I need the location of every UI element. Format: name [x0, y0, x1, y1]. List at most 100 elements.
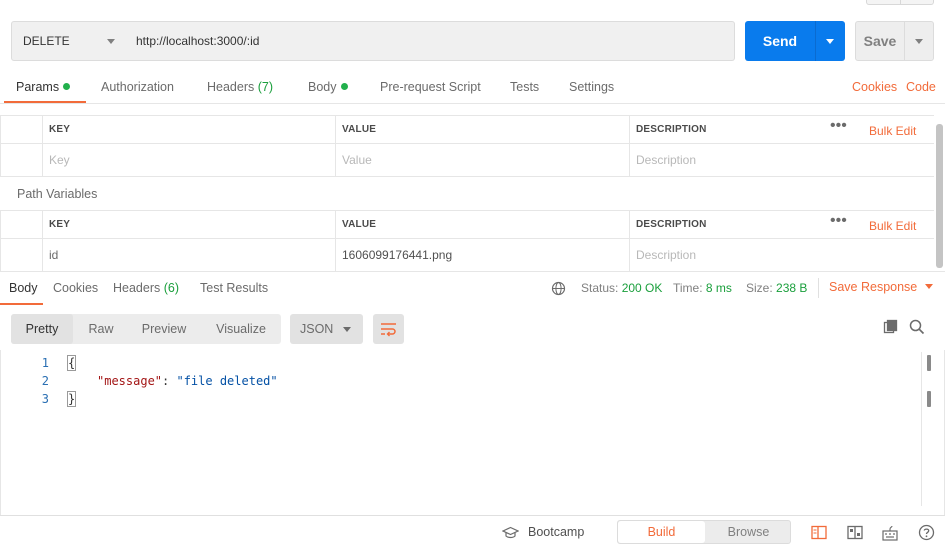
code-link[interactable]: Code: [906, 80, 936, 94]
value-column-header: VALUE: [335, 211, 630, 238]
status-dot: [63, 83, 71, 90]
tab-response-body[interactable]: Body: [9, 281, 38, 295]
method-select[interactable]: DELETE: [11, 21, 127, 61]
wrap-icon: [381, 323, 396, 337]
browse-button[interactable]: Browse: [705, 521, 792, 543]
path-variables-header: KEY VALUE DESCRIPTION ••• Bulk Edit: [0, 210, 934, 239]
query-params-header: KEY VALUE DESCRIPTION ••• Bulk Edit: [0, 115, 934, 144]
format-select[interactable]: JSON: [290, 314, 363, 344]
mode-raw[interactable]: Raw: [73, 314, 129, 344]
search-icon[interactable]: [909, 319, 925, 335]
url-input[interactable]: http://localhost:3000/:id: [126, 21, 735, 61]
json-value: "file deleted": [176, 374, 278, 388]
value-column-header: VALUE: [335, 116, 630, 143]
two-pane-view-icon[interactable]: [811, 525, 827, 540]
help-icon[interactable]: [918, 524, 935, 541]
tab-pre-request-script[interactable]: Pre-request Script: [380, 80, 481, 94]
tab-params[interactable]: Params: [16, 80, 71, 94]
value-input[interactable]: Value: [335, 144, 630, 176]
save-response-label: Save Response: [829, 280, 918, 294]
send-options-button[interactable]: [815, 21, 845, 61]
tab-label: Headers: [113, 281, 161, 295]
key-column-header: KEY: [42, 211, 336, 238]
time-readout: Time: 8 ms: [673, 281, 732, 295]
code-line: "message": "file deleted": [97, 374, 278, 388]
tab-label: Pre-request Script: [380, 80, 481, 94]
code-scrollbar[interactable]: [921, 352, 933, 506]
tab-count: (6): [163, 281, 180, 295]
key-input[interactable]: id: [42, 239, 336, 271]
copy-icon[interactable]: [883, 319, 899, 335]
tab-headers[interactable]: Headers (7): [207, 80, 273, 94]
status-label: Status:: [581, 281, 619, 295]
divider: [818, 278, 819, 298]
status-readout: Status: 200 OK: [581, 281, 662, 295]
tab-body[interactable]: Body: [308, 80, 348, 94]
url-text: http://localhost:3000/:id: [136, 34, 260, 48]
tab-response-cookies[interactable]: Cookies: [53, 281, 98, 295]
tab-authorization[interactable]: Authorization: [101, 80, 174, 94]
keyboard-shortcuts-icon[interactable]: [882, 525, 898, 541]
bootcamp-link[interactable]: Bootcamp: [528, 525, 584, 539]
bulk-edit-link[interactable]: Bulk Edit: [869, 219, 916, 233]
more-options-icon[interactable]: •••: [830, 212, 847, 230]
tab-settings[interactable]: Settings: [569, 80, 614, 94]
response-tabs: Body Cookies Headers (6) Test Results St…: [0, 271, 945, 305]
description-input[interactable]: Description: [629, 144, 934, 176]
path-variables-title: Path Variables: [17, 187, 98, 201]
code-line: {: [66, 355, 77, 371]
tab-label: Tests: [510, 80, 540, 94]
bulk-edit-link[interactable]: Bulk Edit: [869, 124, 916, 138]
params-scrollbar[interactable]: [936, 124, 943, 268]
tab-tests[interactable]: Tests: [510, 80, 539, 94]
table-row: Key Value Description: [0, 144, 934, 177]
mode-pretty[interactable]: Pretty: [11, 314, 73, 344]
tab-test-results[interactable]: Test Results: [200, 281, 268, 295]
chevron-down-icon: [107, 39, 115, 44]
response-body-viewer[interactable]: 1 2 3 { "message": "file deleted" }: [0, 350, 945, 515]
tab-label: Headers: [207, 80, 255, 94]
line-number: 2: [41, 374, 49, 388]
wrap-lines-button[interactable]: [373, 314, 404, 344]
description-input[interactable]: Description: [629, 239, 934, 271]
build-button[interactable]: Build: [618, 521, 705, 543]
size-label: Size:: [746, 281, 773, 295]
save-button[interactable]: Save: [855, 21, 905, 61]
scroll-marker: [927, 355, 931, 371]
tab-response-headers[interactable]: Headers (6): [113, 281, 179, 295]
globe-icon[interactable]: [551, 281, 566, 296]
code-line: }: [66, 391, 77, 407]
status-bar: Bootcamp Build Browse: [0, 515, 945, 548]
value-input[interactable]: 1606099176441.png: [335, 239, 630, 271]
format-label: JSON: [300, 322, 334, 336]
status-value: 200 OK: [621, 281, 663, 295]
close-brace: }: [66, 391, 77, 407]
save-response-button[interactable]: Save Response: [829, 280, 934, 294]
chevron-down-icon: [925, 284, 934, 289]
tab-label: Authorization: [101, 80, 174, 94]
top-toolbar-remnant: [866, 0, 934, 5]
build-browse-toggle: Build Browse: [617, 520, 791, 544]
time-value: 8 ms: [705, 281, 732, 295]
table-row: id 1606099176441.png Description: [0, 239, 934, 271]
open-brace: {: [66, 355, 77, 371]
chevron-down-icon: [826, 39, 834, 44]
tab-label: Body: [308, 80, 337, 94]
json-key: "message": [97, 374, 163, 388]
active-tab-indicator: [0, 303, 43, 305]
mode-visualize[interactable]: Visualize: [205, 314, 277, 344]
save-options-button[interactable]: [904, 21, 934, 61]
time-label: Time:: [673, 281, 703, 295]
mode-preview[interactable]: Preview: [129, 314, 199, 344]
send-button[interactable]: Send: [745, 21, 815, 61]
request-tabs: Params Authorization Headers (7) Body Pr…: [0, 72, 945, 104]
tab-count: (7): [257, 80, 274, 94]
scroll-marker: [927, 391, 931, 407]
chevron-down-icon: [343, 327, 351, 332]
json-separator: :: [162, 374, 177, 388]
more-options-icon[interactable]: •••: [830, 117, 847, 135]
line-number: 1: [41, 356, 49, 370]
layout-icon[interactable]: [847, 525, 863, 540]
key-input[interactable]: Key: [42, 144, 336, 176]
cookies-link[interactable]: Cookies: [852, 80, 897, 94]
